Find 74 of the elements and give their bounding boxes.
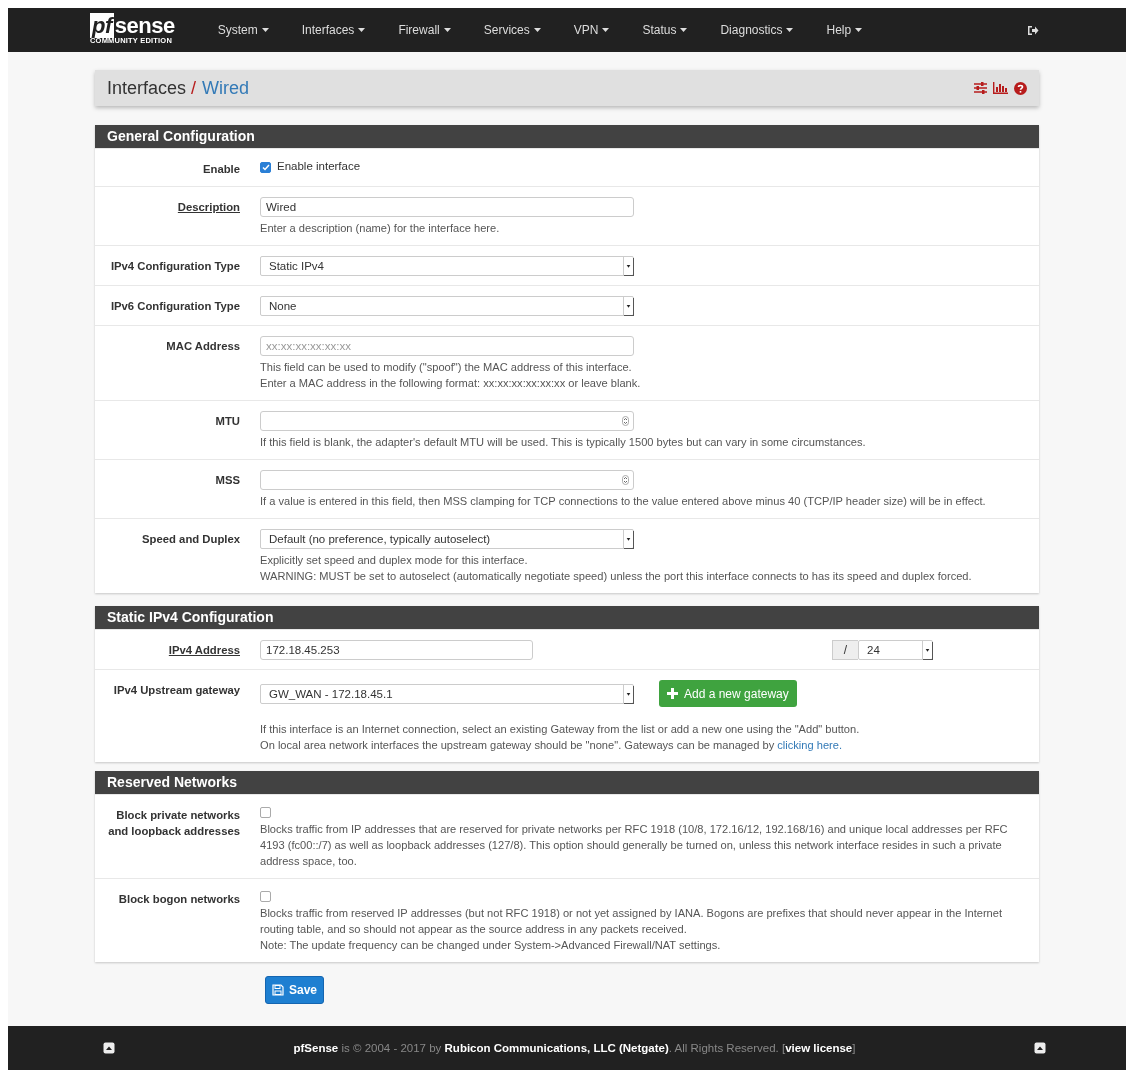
caret-icon (623, 530, 633, 548)
text-field[interactable]: 172.18.45.253 (260, 640, 533, 660)
help-text: Blocks traffic from IP addresses that are reserved for private networks per RFC 1918 (10/8, 172.16/12, 192.168/16) and unique local addresses per RFC 4193 (fc00::/7) as well as loopback addresses (127/8). This option should generally be turned on, unless this network interface resides in such a private address space, too. (260, 822, 1009, 869)
checkbox[interactable] (260, 891, 271, 902)
field-label: Block bogon networks (118, 892, 240, 907)
help-text: Enter a description (name) for the interface here. (260, 221, 500, 236)
caret-icon (602, 28, 610, 32)
breadcrumb-parent: Interfaces (107, 77, 187, 98)
clicking-here-link[interactable]: clicking here. (777, 739, 842, 751)
field-label: Block private networks and loopback addresses (107, 808, 240, 839)
caret-icon (358, 28, 366, 32)
nav-menu-item[interactable]: Diagnostics (707, 23, 808, 37)
nav-menu-item[interactable]: System (204, 23, 283, 37)
checkbox-label: Enable interface (277, 159, 361, 174)
field-label: Enable (202, 162, 240, 177)
select-field[interactable]: Default (no preference, typically autoselect) (260, 529, 634, 549)
nav-menu-item[interactable]: Status (629, 23, 702, 37)
help-text: If this field is blank, the adapter's default MTU will be used. This is typically 1500 bytes but can vary in some circumstances. (260, 435, 866, 450)
scroll-up-icon[interactable] (103, 1042, 115, 1054)
caret-icon (623, 297, 633, 315)
spinner-icon (622, 475, 629, 485)
field-label: MAC Address (166, 339, 240, 354)
scroll-up-icon[interactable] (1034, 1042, 1046, 1054)
caret-icon (533, 28, 541, 32)
caret-icon (261, 28, 269, 32)
checkbox[interactable] (260, 807, 271, 818)
field-label: Speed and Duplex (142, 532, 240, 547)
section-header: General Configuration (95, 125, 1039, 148)
text-field[interactable]: Wired (260, 197, 634, 217)
select-field[interactable]: None (260, 296, 634, 316)
copyright-text: pfSense is © 2004 - 2017 by Rubicon Communications, LLC (Netgate). All Rights Reserved. [view license] (293, 1042, 856, 1054)
field-label: MTU (215, 414, 240, 429)
nav-menu-item[interactable]: Interfaces (288, 23, 380, 37)
number-field[interactable] (260, 411, 634, 431)
help-text: Explicitly set speed and duplex mode for this interface. WARNING: MUST be set to autoselect (automatically negotiate speed) unless the port this interface connects to has its speed and duplex forced. (260, 553, 972, 584)
nav-menu-item[interactable]: Services (470, 23, 555, 37)
field-label: IPv4 Upstream gateway (113, 683, 240, 698)
bar-chart-icon[interactable] (993, 82, 1008, 94)
slash-addon: / (832, 640, 858, 660)
help-text: Blocks traffic from reserved IP addresses (but not RFC 1918) or not yet assigned by IANA. Bogons are prefixes that should never appear in the Internet routing table, and so should not appear as the source address in any packets received. Note: The update frequency can be changed under System->Advanced Firewall/NAT settings. (260, 906, 1004, 953)
caret-icon (922, 641, 932, 659)
select-field[interactable]: GW_WAN - 172.18.45.1 (260, 683, 634, 704)
spinner-icon (622, 416, 629, 426)
caret-icon (623, 684, 633, 703)
number-field[interactable] (260, 470, 634, 490)
save-button[interactable]: Save (265, 976, 325, 1004)
breadcrumb-link[interactable]: Wired (202, 77, 250, 98)
nav-menu-item[interactable]: Firewall (385, 23, 465, 37)
plus-icon (667, 688, 678, 699)
caret-icon (680, 28, 688, 32)
field-label: IPv4 Configuration Type (110, 259, 240, 274)
text-field[interactable]: xx:xx:xx:xx:xx:xx (260, 336, 634, 356)
help-icon[interactable] (1014, 81, 1027, 95)
help-text: This field can be used to modify ("spoof") the MAC address of this interface. Enter a MAC address in the following format: xx:xx:xx:xx:xx:xx or leave blank. (260, 360, 641, 391)
field-label: IPv4 Address (168, 643, 240, 658)
select-field[interactable]: Static IPv4 (260, 256, 634, 276)
checkbox[interactable] (260, 162, 271, 173)
nav-menu-item[interactable]: VPN (560, 23, 624, 37)
help-text: If this interface is an Internet connection, select an existing Gateway from the list or add a new one using the "Add" button. On local area network interfaces the upstream gateway should be "none". Gateways can be managed by clicking here. (260, 722, 860, 753)
caret-icon (443, 28, 451, 32)
logout-icon[interactable] (1027, 24, 1039, 36)
caret-icon (623, 257, 633, 275)
help-text: If a value is entered in this field, then MSS clamping for TCP connections to the value entered above minus 40 (TCP/IP header size) will be in effect. (260, 494, 986, 509)
section-header: Reserved Networks (95, 771, 1039, 794)
caret-icon (786, 28, 794, 32)
select-field[interactable]: 24 (858, 640, 933, 660)
sliders-icon[interactable] (974, 82, 987, 94)
field-label: Description (177, 200, 240, 215)
caret-icon (855, 28, 863, 32)
breadcrumb-separator: / (191, 77, 197, 98)
field-label: MSS (215, 473, 240, 488)
nav-menu-item[interactable]: Help (813, 23, 877, 37)
field-label: IPv6 Configuration Type (110, 299, 240, 314)
section-header: Static IPv4 Configuration (95, 606, 1039, 629)
